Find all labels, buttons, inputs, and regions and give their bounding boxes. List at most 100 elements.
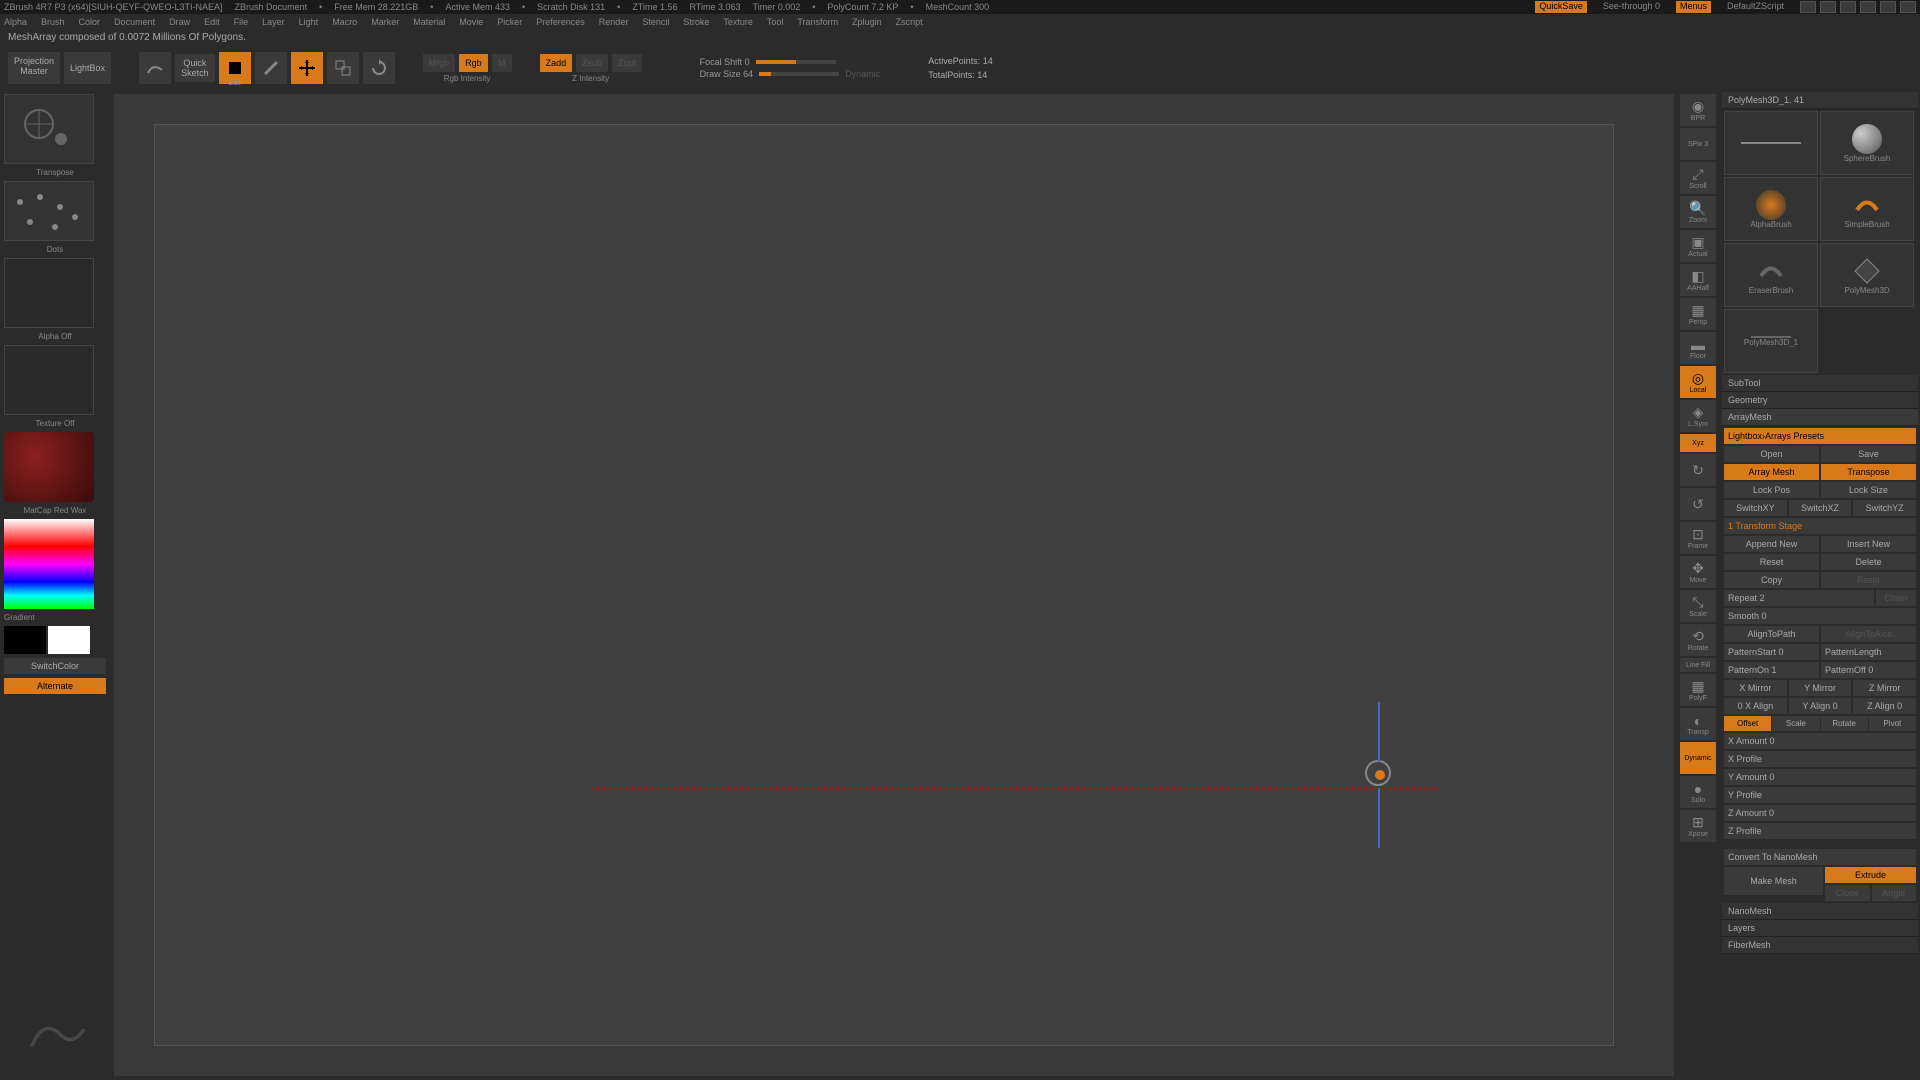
pivot-tab[interactable]: Pivot (1869, 716, 1916, 731)
zalign-button[interactable]: Z Align 0 (1853, 698, 1916, 714)
color-black[interactable] (4, 626, 46, 654)
menu-picker[interactable]: Picker (497, 17, 522, 27)
tool-thumb-polymesh1[interactable]: PolyMesh3D_1 (1724, 309, 1818, 373)
paste-button[interactable]: Paste (1821, 572, 1916, 588)
menu-document[interactable]: Document (114, 17, 155, 27)
arraymesh-header[interactable]: ArrayMesh (1722, 409, 1918, 426)
document-canvas[interactable] (154, 124, 1614, 1046)
menu-render[interactable]: Render (599, 17, 629, 27)
transpose-gizmo[interactable] (1365, 760, 1391, 786)
color-white[interactable] (48, 626, 90, 654)
fibermesh-header[interactable]: FiberMesh (1722, 937, 1918, 954)
lockpos-button[interactable]: Lock Pos (1724, 482, 1819, 498)
subtool-header[interactable]: SubTool (1722, 375, 1918, 392)
spix-button[interactable]: SPix 3 (1680, 128, 1716, 160)
tool-thumb-simple[interactable]: SimpleBrush (1820, 177, 1914, 241)
solo-button[interactable]: ●Solo (1680, 776, 1716, 808)
lightbox-presets-button[interactable]: Lightbox›Arrays Presets (1724, 428, 1916, 444)
tool-header[interactable]: PolyMesh3D_1. 41 (1722, 92, 1918, 109)
menu-macro[interactable]: Macro (332, 17, 357, 27)
quicksketch-button[interactable]: Quick Sketch (175, 54, 215, 82)
aahalf-button[interactable]: ◧AAHalf (1680, 264, 1716, 296)
aligntopath-button[interactable]: AlignToPath (1724, 626, 1819, 642)
rotate-tab[interactable]: Rotate (1821, 716, 1868, 731)
menu-zplugin[interactable]: Zplugin (852, 17, 882, 27)
xyz-button[interactable]: Xyz (1680, 434, 1716, 452)
open-button[interactable]: Open (1724, 446, 1819, 462)
xpose-button[interactable]: ⊞Xpose (1680, 810, 1716, 842)
smooth-slider[interactable]: Smooth 0 (1724, 608, 1916, 624)
move-button[interactable] (291, 52, 323, 84)
m-button[interactable]: M (492, 54, 512, 72)
layers-header[interactable]: Layers (1722, 920, 1918, 937)
xalign-button[interactable]: 0 X Align (1724, 698, 1787, 714)
locksize-button[interactable]: Lock Size (1821, 482, 1916, 498)
tool-thumb-current[interactable] (1724, 111, 1818, 175)
lightbox-button[interactable]: LightBox (64, 52, 111, 84)
switchxz-button[interactable]: SwitchXZ (1789, 500, 1852, 516)
rgb-button[interactable]: Rgb (459, 54, 488, 72)
scroll-button[interactable]: ⤢Scroll (1680, 162, 1716, 194)
arraymesh-toggle[interactable]: Array Mesh (1724, 464, 1819, 480)
seethrough-slider[interactable]: See-through 0 (1603, 1, 1660, 13)
chain-button[interactable]: Chain (1876, 590, 1916, 606)
tool-thumb-alpha[interactable]: AlphaBrush (1724, 177, 1818, 241)
transpose-toggle[interactable]: Transpose (1821, 464, 1916, 480)
persp-button[interactable]: ▦Persp (1680, 298, 1716, 330)
color-picker[interactable] (4, 519, 94, 609)
dynamic-label[interactable]: Dynamic (845, 69, 880, 79)
menu-texture[interactable]: Texture (723, 17, 753, 27)
zadd-button[interactable]: Zadd (540, 54, 573, 72)
patternon-slider[interactable]: PatternOn 1 (1724, 662, 1819, 678)
ymirror-button[interactable]: Y Mirror (1789, 680, 1852, 696)
menu-light[interactable]: Light (299, 17, 319, 27)
menu-stencil[interactable]: Stencil (642, 17, 669, 27)
reset-button[interactable]: Reset (1724, 554, 1819, 570)
patternstart-slider[interactable]: PatternStart 0 (1724, 644, 1819, 660)
menu-draw[interactable]: Draw (169, 17, 190, 27)
zmirror-button[interactable]: Z Mirror (1853, 680, 1916, 696)
gradient-label[interactable]: Gradient (4, 613, 106, 622)
tool-thumb-eraser[interactable]: EraserBrush (1724, 243, 1818, 307)
rot-y-button[interactable]: ↻ (1680, 454, 1716, 486)
aligntoaxis-button[interactable]: AlignToAxis (1821, 626, 1916, 642)
xamount-slider[interactable]: X Amount 0 (1724, 733, 1916, 749)
window-btn-2[interactable] (1820, 1, 1836, 13)
material-preview[interactable] (4, 432, 94, 502)
brush-preview[interactable] (4, 94, 94, 164)
mesh-array[interactable] (592, 787, 1438, 790)
yamount-slider[interactable]: Y Amount 0 (1724, 769, 1916, 785)
minimize-button[interactable] (1860, 1, 1876, 13)
maximize-button[interactable] (1880, 1, 1896, 13)
scale-button[interactable] (327, 52, 359, 84)
zprofile-slider[interactable]: Z Profile (1724, 823, 1916, 839)
lsym-button[interactable]: ◈L.Sym (1680, 400, 1716, 432)
quicksketch-icon[interactable] (139, 52, 171, 84)
menu-movie[interactable]: Movie (459, 17, 483, 27)
offset-tab[interactable]: Offset (1724, 716, 1771, 731)
local-button[interactable]: ◎Local (1680, 366, 1716, 398)
zcut-button[interactable]: Zcut (612, 54, 642, 72)
nanomesh-header[interactable]: NanoMesh (1722, 903, 1918, 920)
menu-preferences[interactable]: Preferences (536, 17, 585, 27)
alpha-selector[interactable] (4, 258, 94, 328)
dynamic-button[interactable]: Dynamic (1680, 742, 1716, 774)
extrude-button[interactable]: Extrude (1825, 867, 1916, 883)
makemesh-button[interactable]: Make Mesh (1724, 867, 1823, 895)
projection-master-button[interactable]: Projection Master (8, 52, 60, 84)
repeat-slider[interactable]: Repeat 2 (1724, 590, 1874, 606)
frame-button[interactable]: ⊡Frame (1680, 522, 1716, 554)
geometry-header[interactable]: Geometry (1722, 392, 1918, 409)
menu-zscript[interactable]: Zscript (896, 17, 923, 27)
edit-button[interactable]: Edit (219, 52, 251, 84)
transform-stage-slider[interactable]: 1 Transform Stage (1724, 518, 1916, 534)
switchxy-button[interactable]: SwitchXY (1724, 500, 1787, 516)
menu-layer[interactable]: Layer (262, 17, 285, 27)
menu-material[interactable]: Material (413, 17, 445, 27)
tool-thumb-sphere[interactable]: SphereBrush (1820, 111, 1914, 175)
menu-alpha[interactable]: Alpha (4, 17, 27, 27)
patternlength-slider[interactable]: PatternLength (1821, 644, 1916, 660)
mrgb-button[interactable]: Mrgb (423, 54, 456, 72)
delete-button[interactable]: Delete (1821, 554, 1916, 570)
append-button[interactable]: Append New (1724, 536, 1819, 552)
